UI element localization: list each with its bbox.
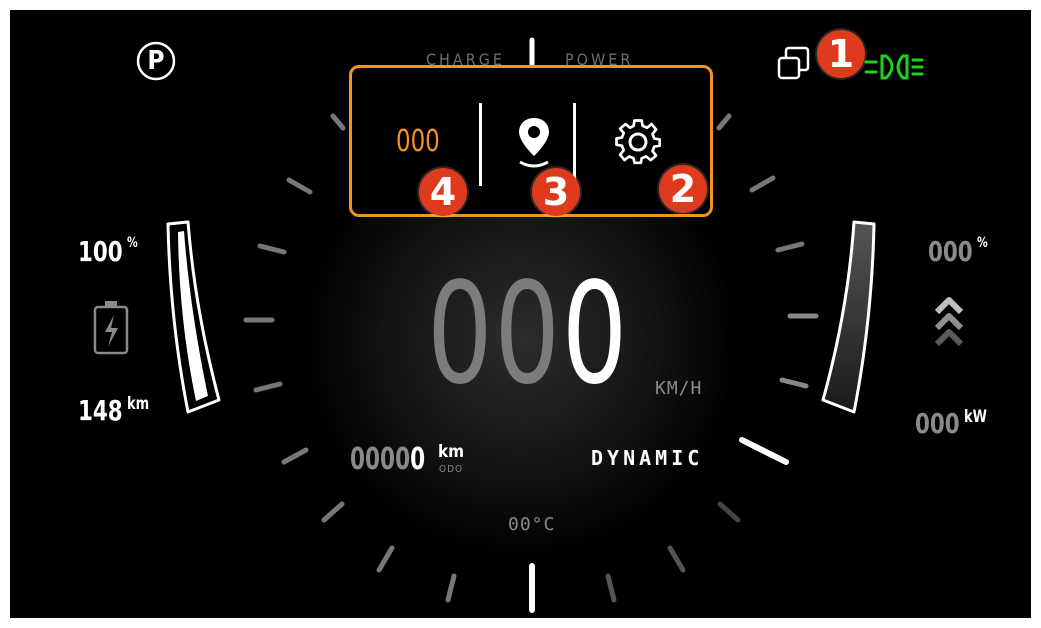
dial-tick [253, 381, 283, 393]
navigation-button[interactable] [512, 112, 556, 172]
dial-tick [779, 377, 809, 389]
callout-badge-3: 3 [532, 168, 580, 216]
trip-counter-button[interactable]: 000 [396, 122, 456, 162]
callout-badge-4: 4 [419, 168, 467, 216]
dial-tick [330, 113, 346, 131]
dial-tick [445, 573, 457, 603]
settings-button[interactable] [612, 116, 664, 168]
range-readout: 148 km [78, 394, 150, 427]
dial-tick [286, 177, 313, 195]
screens-icon [777, 46, 810, 80]
dial-tick [749, 175, 776, 193]
dial-tick [717, 501, 741, 523]
dial-tick [739, 437, 789, 465]
power-boost-icon [934, 297, 964, 347]
trip-counter: 000 [396, 124, 440, 159]
instrument-cluster: CHARGE POWER P 100% 148 km 000% 000 kW 000… [10, 10, 1031, 618]
map-pin-icon [519, 118, 549, 168]
dial-tick [716, 113, 732, 131]
park-indicator: P [147, 46, 165, 76]
speedometer: 000 [427, 253, 630, 416]
menu-divider [479, 103, 482, 186]
dial-tick [281, 447, 309, 465]
odometer: 00000 [350, 442, 426, 477]
headlight-icon [864, 54, 924, 80]
menu-divider [573, 103, 576, 186]
callout-badge-2: 2 [659, 165, 707, 213]
power-readout: 000 kW [915, 407, 987, 440]
outside-temperature: 00°C [508, 514, 556, 535]
dial-tick [321, 501, 345, 523]
power-percent: 000% [928, 235, 988, 268]
battery-icon [93, 301, 129, 355]
battery-percent: 100% [78, 235, 138, 268]
dial-tick [775, 241, 805, 253]
quick-menu: 000 [349, 65, 713, 217]
dial-tick [376, 545, 395, 573]
dial-tick [667, 545, 686, 573]
callout-badge-1: 1 [817, 30, 865, 78]
odometer-label: ODO [439, 464, 464, 475]
power-level-arc [821, 220, 876, 414]
speed-unit: KM/H [655, 378, 703, 399]
dial-tick [605, 573, 617, 603]
drive-mode: DYNAMIC [591, 446, 704, 470]
odometer-unit: km [438, 442, 465, 462]
gear-icon [615, 119, 662, 165]
dial-tick [257, 243, 287, 255]
